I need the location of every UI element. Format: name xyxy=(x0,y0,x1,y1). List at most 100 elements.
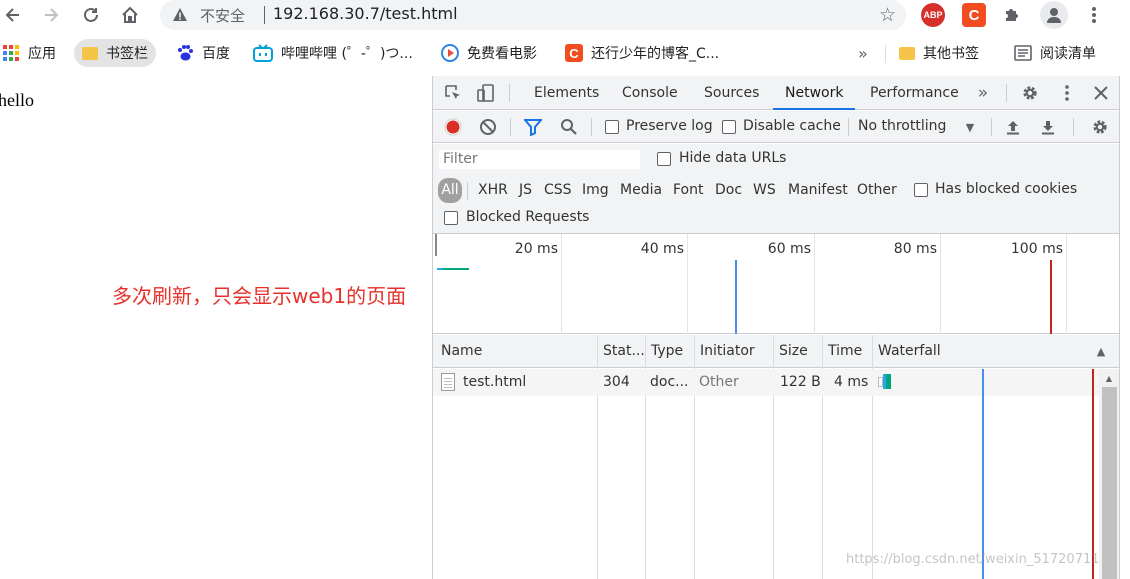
devtools-menu-button[interactable] xyxy=(1057,83,1077,103)
overview-gridline xyxy=(687,234,688,334)
more-tabs-chevron-icon[interactable]: » xyxy=(973,83,993,103)
scroll-up-arrow-icon[interactable]: ▲ xyxy=(1104,373,1114,383)
bookmark-movies[interactable]: 免费看电影 xyxy=(441,39,537,67)
close-devtools-button[interactable] xyxy=(1091,83,1111,103)
toolbar-divider xyxy=(510,118,511,136)
reading-list-button[interactable]: 阅读清单 xyxy=(1014,39,1096,67)
filter-input[interactable]: Filter xyxy=(438,149,641,170)
type-filter-manifest[interactable]: Manifest xyxy=(788,182,848,198)
type-filter-font[interactable]: Font xyxy=(673,182,703,198)
overview-gridline xyxy=(561,234,562,334)
column-header-status[interactable]: Stat... xyxy=(597,335,645,368)
bookmarks-overflow-button[interactable]: » xyxy=(858,39,868,67)
bookmark-star-icon[interactable]: ☆ xyxy=(879,4,896,26)
bookmark-apps[interactable]: 应用 xyxy=(2,39,56,67)
filter-divider xyxy=(467,182,468,200)
funnel-icon xyxy=(524,119,542,136)
extensions-button[interactable] xyxy=(1000,3,1024,27)
column-header-name[interactable]: Name xyxy=(435,335,595,368)
tab-performance[interactable]: Performance xyxy=(862,76,967,110)
network-overview[interactable]: 20 ms 40 ms 60 ms 80 ms 100 ms xyxy=(433,234,1120,334)
hide-data-urls-label[interactable]: Hide data URLs xyxy=(679,150,786,166)
requests-table: Name Stat... Type Initiator Size Time Wa… xyxy=(433,335,1120,579)
browser-menu-button[interactable] xyxy=(1082,3,1106,27)
profile-avatar[interactable] xyxy=(1040,1,1068,29)
url-text[interactable]: 192.168.30.7/test.html xyxy=(273,4,458,23)
address-divider xyxy=(264,6,265,24)
disable-cache-label[interactable]: Disable cache xyxy=(743,118,841,134)
type-filter-media[interactable]: Media xyxy=(620,182,662,198)
filter-toggle-button[interactable] xyxy=(524,118,542,136)
clear-button[interactable] xyxy=(479,118,497,136)
home-button[interactable] xyxy=(117,2,143,28)
search-button[interactable] xyxy=(560,118,578,136)
type-filter-css[interactable]: CSS xyxy=(544,182,572,198)
address-bar[interactable]: 不安全 192.168.30.7/test.html ☆ xyxy=(160,0,906,30)
bookmark-bilibili[interactable]: 哔哩哔哩 (゜-゜)つ... xyxy=(253,39,413,67)
tab-sources[interactable]: Sources xyxy=(696,76,767,110)
throttling-select[interactable]: No throttling xyxy=(858,118,946,134)
type-filter-img[interactable]: Img xyxy=(582,182,609,198)
request-name[interactable]: test.html xyxy=(463,369,593,396)
download-icon xyxy=(1042,121,1054,135)
dom-content-loaded-marker xyxy=(735,260,737,334)
bookmark-baidu[interactable]: 百度 xyxy=(176,39,230,67)
toolbar-divider xyxy=(991,118,992,136)
devtools-tabbar: Elements Console Sources Network Perform… xyxy=(433,76,1120,110)
forward-button[interactable] xyxy=(38,2,64,28)
sort-ascending-icon[interactable]: ▲ xyxy=(1094,345,1108,358)
toolbar-divider xyxy=(848,118,849,136)
tab-network[interactable]: Network xyxy=(773,76,856,110)
back-button[interactable] xyxy=(0,2,26,28)
has-blocked-cookies-checkbox[interactable] xyxy=(914,183,928,197)
csdn-extension[interactable]: C xyxy=(962,3,986,27)
home-icon xyxy=(122,6,138,23)
dropdown-caret-icon[interactable]: ▼ xyxy=(963,119,977,135)
has-blocked-cookies-label[interactable]: Has blocked cookies xyxy=(935,181,1077,197)
column-header-initiator[interactable]: Initiator xyxy=(694,335,774,368)
tab-elements[interactable]: Elements xyxy=(526,76,607,110)
request-time: 4 ms xyxy=(834,374,869,390)
person-icon xyxy=(1047,8,1061,23)
bookmark-label: 应用 xyxy=(28,46,56,62)
column-header-time[interactable]: Time xyxy=(822,335,872,368)
column-header-waterfall[interactable]: Waterfall xyxy=(872,335,1072,368)
device-toolbar-button[interactable] xyxy=(476,83,496,103)
bookmark-folder-bar[interactable]: 书签栏 xyxy=(74,39,156,67)
disable-cache-checkbox[interactable] xyxy=(722,120,736,134)
warning-icon xyxy=(173,8,187,21)
table-row[interactable]: test.html 304 doc... Other 122 B 4 ms xyxy=(433,369,1099,396)
bookmark-other[interactable]: 其他书签 xyxy=(899,39,979,67)
inspect-element-button[interactable] xyxy=(443,83,463,103)
type-filter-js[interactable]: JS xyxy=(519,182,532,198)
hide-data-urls-checkbox[interactable] xyxy=(657,152,671,166)
baidu-paw-icon xyxy=(178,45,193,61)
tab-console[interactable]: Console xyxy=(614,76,686,110)
preserve-log-checkbox[interactable] xyxy=(605,120,619,134)
reload-button[interactable] xyxy=(78,2,104,28)
bookmark-blog[interactable]: C 还行少年的博客_C... xyxy=(565,39,719,67)
import-har-button[interactable] xyxy=(1004,118,1022,136)
adblock-plus-extension[interactable]: ABP xyxy=(921,3,945,27)
security-status[interactable]: 不安全 xyxy=(200,5,245,26)
overview-window-handle[interactable] xyxy=(435,234,437,256)
scrollbar-thumb[interactable] xyxy=(1102,387,1117,579)
blocked-requests-label[interactable]: Blocked Requests xyxy=(466,209,589,225)
blocked-requests-checkbox[interactable] xyxy=(444,211,458,225)
type-filter-doc[interactable]: Doc xyxy=(715,182,742,198)
export-har-button[interactable] xyxy=(1039,118,1057,136)
column-header-size[interactable]: Size xyxy=(773,335,823,368)
overview-gridline xyxy=(814,234,815,334)
type-filter-ws[interactable]: WS xyxy=(753,182,776,198)
preserve-log-label[interactable]: Preserve log xyxy=(626,118,713,134)
type-filter-xhr[interactable]: XHR xyxy=(478,182,508,198)
network-settings-button[interactable] xyxy=(1091,118,1109,136)
type-filter-all[interactable]: All xyxy=(438,178,462,203)
devtools-panel: Elements Console Sources Network Perform… xyxy=(432,76,1120,579)
type-filter-other[interactable]: Other xyxy=(857,182,897,198)
record-button[interactable] xyxy=(444,118,462,136)
network-toolbar: Preserve log Disable cache No throttling… xyxy=(433,111,1120,143)
waterfall-scrollbar[interactable]: ▲ xyxy=(1099,369,1120,579)
settings-button[interactable] xyxy=(1020,83,1040,103)
column-header-type[interactable]: Type xyxy=(645,335,695,368)
